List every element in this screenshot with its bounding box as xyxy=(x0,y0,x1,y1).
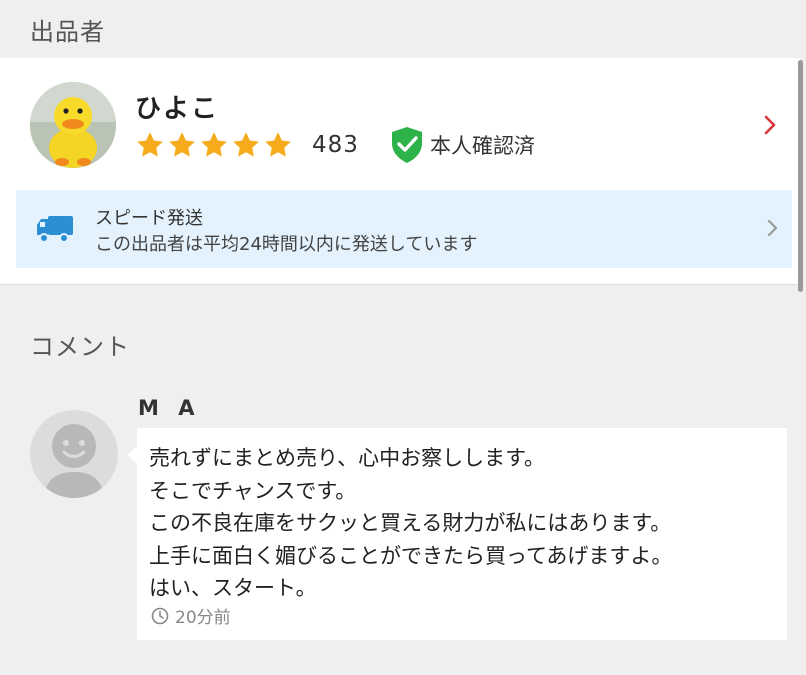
seller-card[interactable]: ひよこ 483 本人確認済 スピード発送 この出品者は平均24時間以内に発送して… xyxy=(0,58,800,285)
seller-section-label: 出品者 xyxy=(30,18,105,46)
star-icon xyxy=(201,132,227,157)
comment-timestamp: 20分前 xyxy=(151,603,231,628)
seller-avatar[interactable] xyxy=(30,82,116,168)
smiley-avatar-icon xyxy=(44,424,104,498)
rating-count: 483 xyxy=(312,132,359,158)
star-icon xyxy=(169,132,195,157)
speed-shipping-description: この出品者は平均24時間以内に発送しています xyxy=(95,234,478,255)
comment-bubble: 売れずにまとめ売り、心中お察しします。 そこでチャンスです。 この不良在庫をサク… xyxy=(127,428,787,640)
comment-line: この不良在庫をサクッと買える財力が私にはあります。 xyxy=(149,511,672,535)
verified-badge: 本人確認済 xyxy=(390,126,535,164)
seller-name[interactable]: ひよこ xyxy=(135,88,219,125)
chevron-right-icon[interactable] xyxy=(764,216,780,240)
comment-time-text: 20分前 xyxy=(175,608,231,628)
scrollbar[interactable] xyxy=(798,60,803,292)
comment-text: 売れずにまとめ売り、心中お察しします。 そこでチャンスです。 この不良在庫をサク… xyxy=(149,442,779,605)
rating-stars xyxy=(135,130,293,160)
commenter-avatar[interactable] xyxy=(30,410,118,498)
speed-shipping-banner[interactable]: スピード発送 この出品者は平均24時間以内に発送しています xyxy=(16,190,792,268)
truck-icon xyxy=(37,216,73,243)
chevron-right-icon[interactable] xyxy=(760,112,780,138)
comment-author[interactable]: M A xyxy=(138,396,200,420)
comment-line: 売れずにまとめ売り、心中お察しします。 xyxy=(149,446,546,470)
verified-label: 本人確認済 xyxy=(430,134,535,158)
comment-line: はい、スタート。 xyxy=(149,576,317,600)
star-icon xyxy=(265,132,291,157)
bubble-tail xyxy=(127,446,137,464)
comment-section-label: コメント xyxy=(30,333,130,361)
speed-shipping-title: スピード発送 xyxy=(95,208,203,229)
comment-line: そこでチャンスです。 xyxy=(149,478,357,503)
star-icon xyxy=(137,132,163,157)
clock-icon xyxy=(151,607,169,624)
shield-check-icon xyxy=(392,127,422,163)
star-icon xyxy=(233,132,259,157)
comment-line: 上手に面白く媚びることができたら買ってあげますよ。 xyxy=(149,543,673,568)
